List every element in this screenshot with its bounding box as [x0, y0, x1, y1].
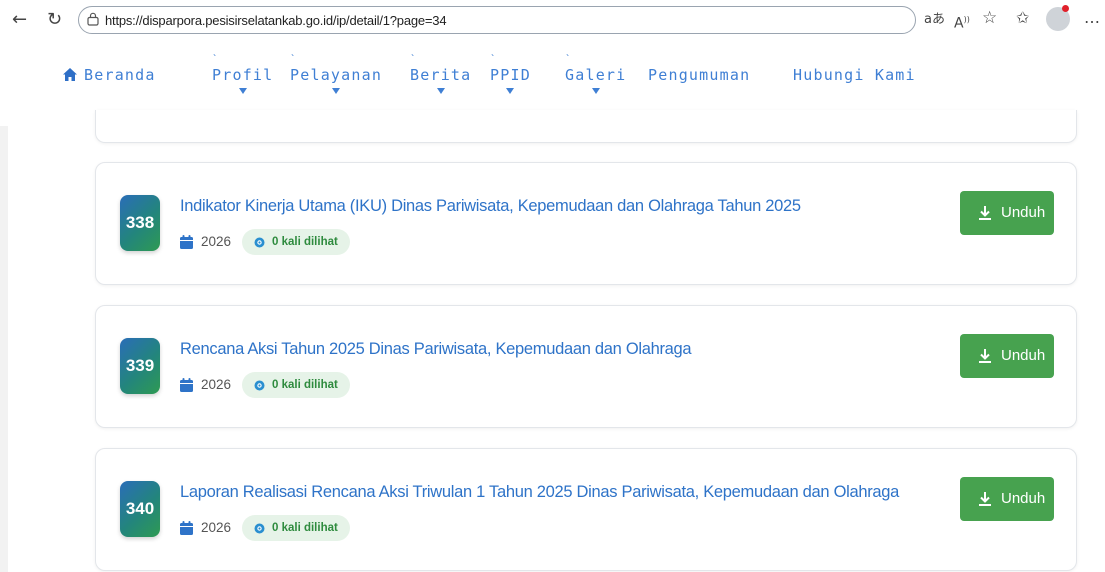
- views-count: 0 kali dilihat: [272, 522, 338, 534]
- download-icon: [979, 492, 991, 506]
- download-button[interactable]: Unduh: [960, 334, 1054, 378]
- download-label: Unduh: [1001, 347, 1046, 364]
- more-menu-icon[interactable]: …: [1084, 8, 1100, 28]
- document-year: 2026: [201, 520, 232, 535]
- nav-item-label: Berita: [410, 66, 472, 84]
- previous-card-bottom: [95, 110, 1077, 143]
- nav-item-label: Pelayanan: [290, 66, 383, 84]
- nav-item-hubungi-kami[interactable]: Hubungi Kami: [793, 66, 916, 84]
- views-badge: 0 kali dilihat: [242, 372, 350, 398]
- favorite-star-icon[interactable]: ☆: [982, 8, 997, 28]
- url-text: https://disparpora.pesisirselatankab.go.…: [105, 13, 447, 28]
- eye-icon: [254, 380, 265, 391]
- nav-decor-tick: `: [212, 54, 220, 65]
- views-badge: 0 kali dilihat: [242, 515, 350, 541]
- eye-icon: [254, 523, 265, 534]
- browser-toolbar: ← ↻ https://disparpora.pesisirselatankab…: [0, 0, 1105, 40]
- download-label: Unduh: [1001, 490, 1046, 507]
- document-card: 340 Laporan Realisasi Rencana Aksi Triwul…: [95, 448, 1077, 571]
- nav-decor-tick: `: [290, 54, 298, 65]
- nav-item-pengumuman[interactable]: Pengumuman: [648, 66, 750, 84]
- nav-item-label: Pengumuman: [648, 66, 751, 84]
- views-count: 0 kali dilihat: [272, 379, 338, 391]
- nav-decor-tick: `: [410, 54, 418, 65]
- nav-item-label: Profil: [212, 66, 274, 84]
- dropdown-caret-icon: [436, 88, 445, 94]
- address-bar[interactable]: https://disparpora.pesisirselatankab.go.…: [78, 6, 916, 34]
- nav-item-galeri[interactable]: Galeri `: [565, 54, 627, 94]
- lock-icon: [87, 12, 99, 26]
- document-title-link[interactable]: Indikator Kinerja Utama (IKU) Dinas Pari…: [180, 197, 801, 216]
- reload-icon[interactable]: ↻: [47, 10, 62, 30]
- nav-item-profil[interactable]: Profil `: [212, 54, 274, 94]
- views-count: 0 kali dilihat: [272, 236, 338, 248]
- nav-item-berita[interactable]: Berita `: [410, 54, 472, 94]
- nav-item-label: Beranda: [84, 66, 156, 84]
- nav-item-label: Galeri: [565, 66, 627, 84]
- document-title-link[interactable]: Rencana Aksi Tahun 2025 Dinas Pariwisata…: [180, 340, 692, 359]
- download-button[interactable]: Unduh: [960, 477, 1054, 521]
- favorites-list-icon[interactable]: ✩: [1016, 8, 1029, 28]
- document-card: 338 Indikator Kinerja Utama (IKU) Dinas P…: [95, 162, 1077, 285]
- dropdown-caret-icon: [506, 88, 515, 94]
- home-icon: [63, 68, 77, 81]
- calendar-icon: [180, 521, 193, 535]
- nav-item-beranda[interactable]: Beranda: [62, 66, 156, 84]
- nav-item-label: PPID: [490, 66, 531, 84]
- document-year: 2026: [201, 377, 232, 392]
- nav-decor-tick: `: [565, 54, 573, 65]
- download-icon: [979, 206, 991, 220]
- download-icon: [979, 349, 991, 363]
- dropdown-caret-icon: [332, 88, 341, 94]
- read-aloud-icon[interactable]: A)): [954, 10, 970, 34]
- document-number-badge: 339: [120, 338, 160, 394]
- notification-dot: [1062, 5, 1069, 12]
- calendar-icon: [180, 378, 193, 392]
- nav-decor-tick: `: [490, 54, 498, 65]
- download-label: Unduh: [1001, 204, 1046, 221]
- back-arrow-icon[interactable]: ←: [12, 10, 27, 30]
- nav-item-label: Hubungi Kami: [793, 66, 916, 84]
- calendar-icon: [180, 235, 193, 249]
- document-card: 339 Rencana Aksi Tahun 2025 Dinas Pariwis…: [95, 305, 1077, 428]
- document-title-link[interactable]: Laporan Realisasi Rencana Aksi Triwulan …: [180, 483, 899, 502]
- eye-icon: [254, 237, 265, 248]
- translate-icon[interactable]: aあ: [924, 10, 945, 30]
- document-year: 2026: [201, 234, 232, 249]
- nav-item-ppid[interactable]: PPID `: [490, 54, 531, 94]
- views-badge: 0 kali dilihat: [242, 229, 350, 255]
- dropdown-caret-icon: [591, 88, 600, 94]
- document-number-badge: 340: [120, 481, 160, 537]
- left-rail: [0, 126, 8, 572]
- download-button[interactable]: Unduh: [960, 191, 1054, 235]
- dropdown-caret-icon: [238, 88, 247, 94]
- document-number-badge: 338: [120, 195, 160, 251]
- nav-item-pelayanan[interactable]: Pelayanan `: [290, 54, 383, 94]
